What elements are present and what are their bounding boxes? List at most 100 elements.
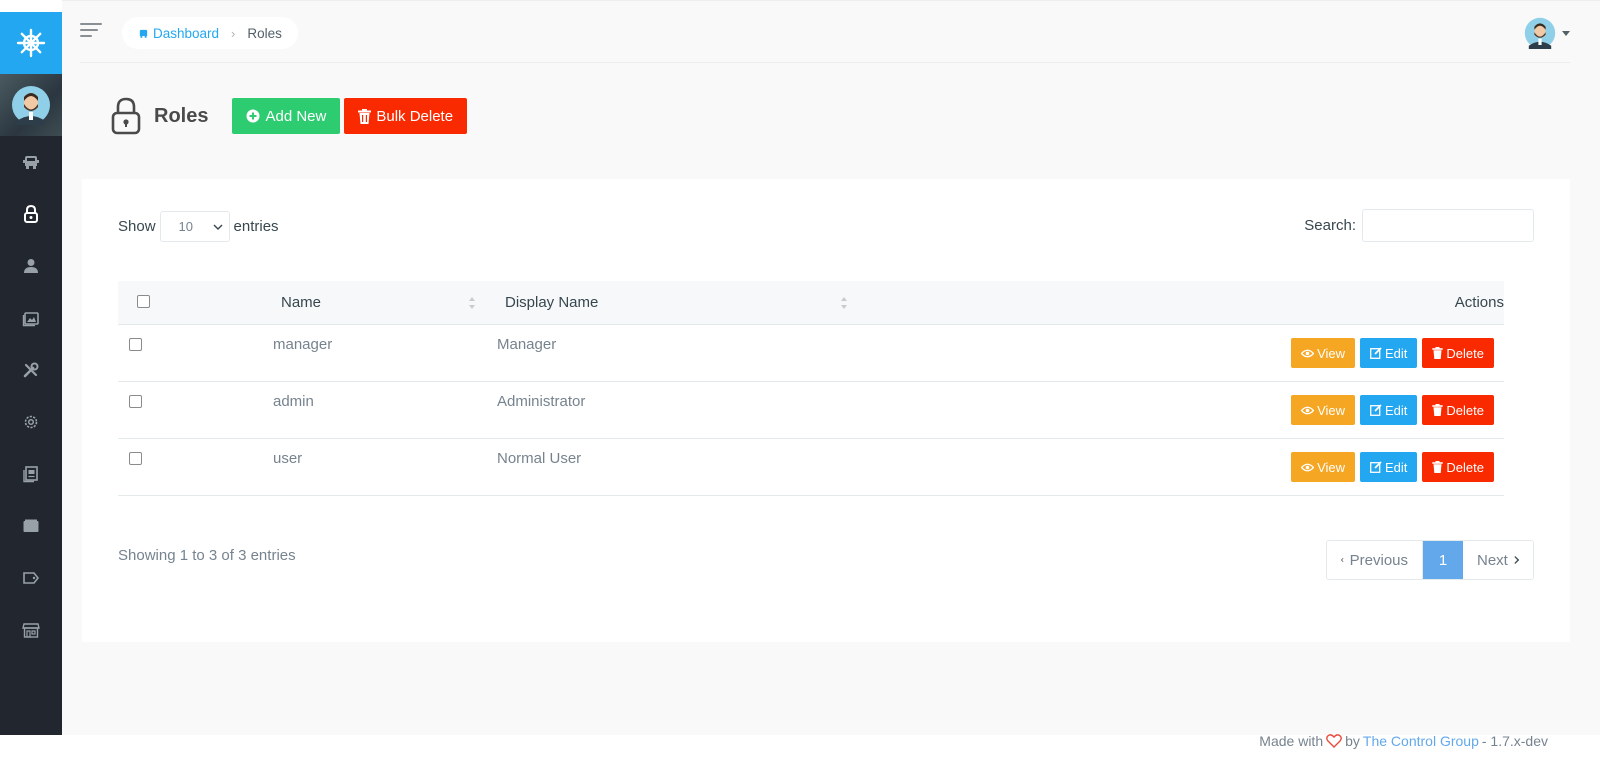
avatar [1524, 17, 1556, 49]
sidebar-item-tools[interactable] [0, 344, 62, 396]
edit-button[interactable]: Edit [1360, 395, 1418, 425]
previous-label: Previous [1349, 551, 1408, 569]
pagination-previous[interactable]: Previous [1327, 541, 1423, 579]
column-header-name[interactable]: Name [281, 294, 321, 311]
delete-label: Delete [1446, 345, 1484, 361]
role-display-name: Administrator [497, 393, 586, 410]
top-navbar: Dashboard › Roles [80, 15, 1570, 63]
delete-button[interactable]: Delete [1422, 338, 1494, 368]
avatar [12, 86, 50, 125]
page-length-control: Show 10 entries [118, 211, 279, 242]
lock-icon [111, 97, 141, 135]
hamburger-menu-icon[interactable] [80, 23, 102, 41]
search-control: Search: [1304, 209, 1534, 242]
roles-panel: Show 10 entries Search: Name Display Nam… [82, 179, 1570, 642]
pagination-page-1[interactable]: 1 [1423, 541, 1463, 579]
view-button[interactable]: View [1291, 395, 1356, 425]
role-name: user [273, 450, 303, 467]
brand-logo[interactable] [0, 12, 62, 74]
bulk-delete-label: Bulk Delete [376, 107, 454, 125]
sidebar-user-avatar[interactable] [0, 74, 62, 136]
sidebar-item-dashboard[interactable] [0, 136, 62, 188]
dashboard-icon [139, 29, 148, 38]
row-checkbox[interactable] [129, 452, 142, 465]
page-header: Roles Add New Bulk Delete [110, 97, 471, 135]
pagination: Previous 1 Next [1326, 540, 1534, 580]
footer-made-with: Made with [1259, 733, 1324, 749]
eye-icon [1301, 406, 1315, 414]
breadcrumb: Dashboard › Roles [122, 17, 298, 49]
settings-icon [24, 415, 38, 429]
row-checkbox[interactable] [129, 395, 142, 408]
table-row: admin Administrator View Edit Delete [118, 382, 1504, 439]
edit-button[interactable]: Edit [1360, 452, 1418, 482]
breadcrumb-current: Roles [247, 25, 282, 41]
footer: Made with by The Control Group - 1.7.x-d… [1259, 733, 1548, 749]
user-menu[interactable] [1524, 17, 1570, 49]
helm-icon [16, 28, 46, 58]
delete-button[interactable]: Delete [1422, 395, 1494, 425]
eye-icon [1301, 349, 1315, 357]
chevron-right-icon [1514, 556, 1519, 564]
trash-icon [1432, 461, 1444, 473]
eye-icon [1301, 463, 1315, 471]
next-label: Next [1477, 551, 1508, 569]
breadcrumb-separator-icon: › [231, 25, 236, 41]
posts-icon [23, 466, 38, 483]
row-actions: View Edit Delete [1291, 452, 1494, 482]
edit-label: Edit [1385, 402, 1408, 418]
sidebar-item-media[interactable] [0, 292, 62, 344]
row-actions: View Edit Delete [1291, 338, 1494, 368]
delete-label: Delete [1446, 459, 1484, 475]
edit-icon [1370, 347, 1382, 359]
sidebar-item-settings[interactable] [0, 396, 62, 448]
edit-button[interactable]: Edit [1360, 338, 1418, 368]
edit-icon [1370, 461, 1382, 473]
select-all-checkbox[interactable] [137, 295, 150, 308]
sidebar [0, 12, 62, 735]
breadcrumb-dashboard-link[interactable]: Dashboard [138, 26, 219, 41]
sidebar-item-roles[interactable] [0, 188, 62, 240]
user-icon [24, 259, 38, 273]
main-content: Dashboard › Roles Roles Add New Bulk Del… [62, 0, 1600, 735]
sidebar-item-tags[interactable] [0, 552, 62, 604]
add-new-label: Add New [265, 107, 327, 125]
dashboard-icon [23, 156, 39, 169]
add-new-button[interactable]: Add New [232, 98, 341, 134]
sidebar-item-users[interactable] [0, 240, 62, 292]
sidebar-item-store[interactable] [0, 604, 62, 656]
sidebar-item-categories[interactable] [0, 500, 62, 552]
view-button[interactable]: View [1291, 338, 1356, 368]
footer-version: - 1.7.x-dev [1481, 733, 1548, 749]
table-row: manager Manager View Edit Delete [118, 325, 1504, 382]
heart-icon [1326, 734, 1343, 748]
footer-by: by [1345, 733, 1360, 749]
edit-label: Edit [1385, 345, 1408, 361]
bulk-delete-button[interactable]: Bulk Delete [344, 98, 468, 134]
view-button[interactable]: View [1291, 452, 1356, 482]
tools-icon [23, 362, 39, 378]
view-label: View [1317, 345, 1346, 361]
chevron-down-icon [1562, 30, 1570, 36]
view-label: View [1317, 459, 1346, 475]
categories-icon [23, 519, 39, 532]
row-checkbox[interactable] [129, 338, 142, 351]
table-info: Showing 1 to 3 of 3 entries [118, 547, 296, 564]
show-label: Show [118, 218, 156, 235]
column-header-display-name[interactable]: Display Name [505, 294, 598, 311]
delete-button[interactable]: Delete [1422, 452, 1494, 482]
roles-table: Name Display Name Actions manager Manage… [118, 281, 1504, 496]
search-input[interactable] [1362, 209, 1534, 242]
sort-icon[interactable] [841, 297, 847, 309]
chevron-down-icon [213, 224, 223, 230]
pagination-next[interactable]: Next [1463, 541, 1533, 579]
role-display-name: Normal User [497, 450, 582, 467]
store-icon [22, 623, 40, 638]
breadcrumb-home-label: Dashboard [153, 25, 220, 41]
plus-circle-icon [246, 109, 260, 123]
sidebar-item-posts[interactable] [0, 448, 62, 500]
table-row: user Normal User View Edit Delete [118, 439, 1504, 496]
footer-company-link[interactable]: The Control Group [1363, 733, 1479, 749]
page-length-select[interactable]: 10 [159, 211, 230, 242]
sort-icon[interactable] [469, 297, 475, 309]
